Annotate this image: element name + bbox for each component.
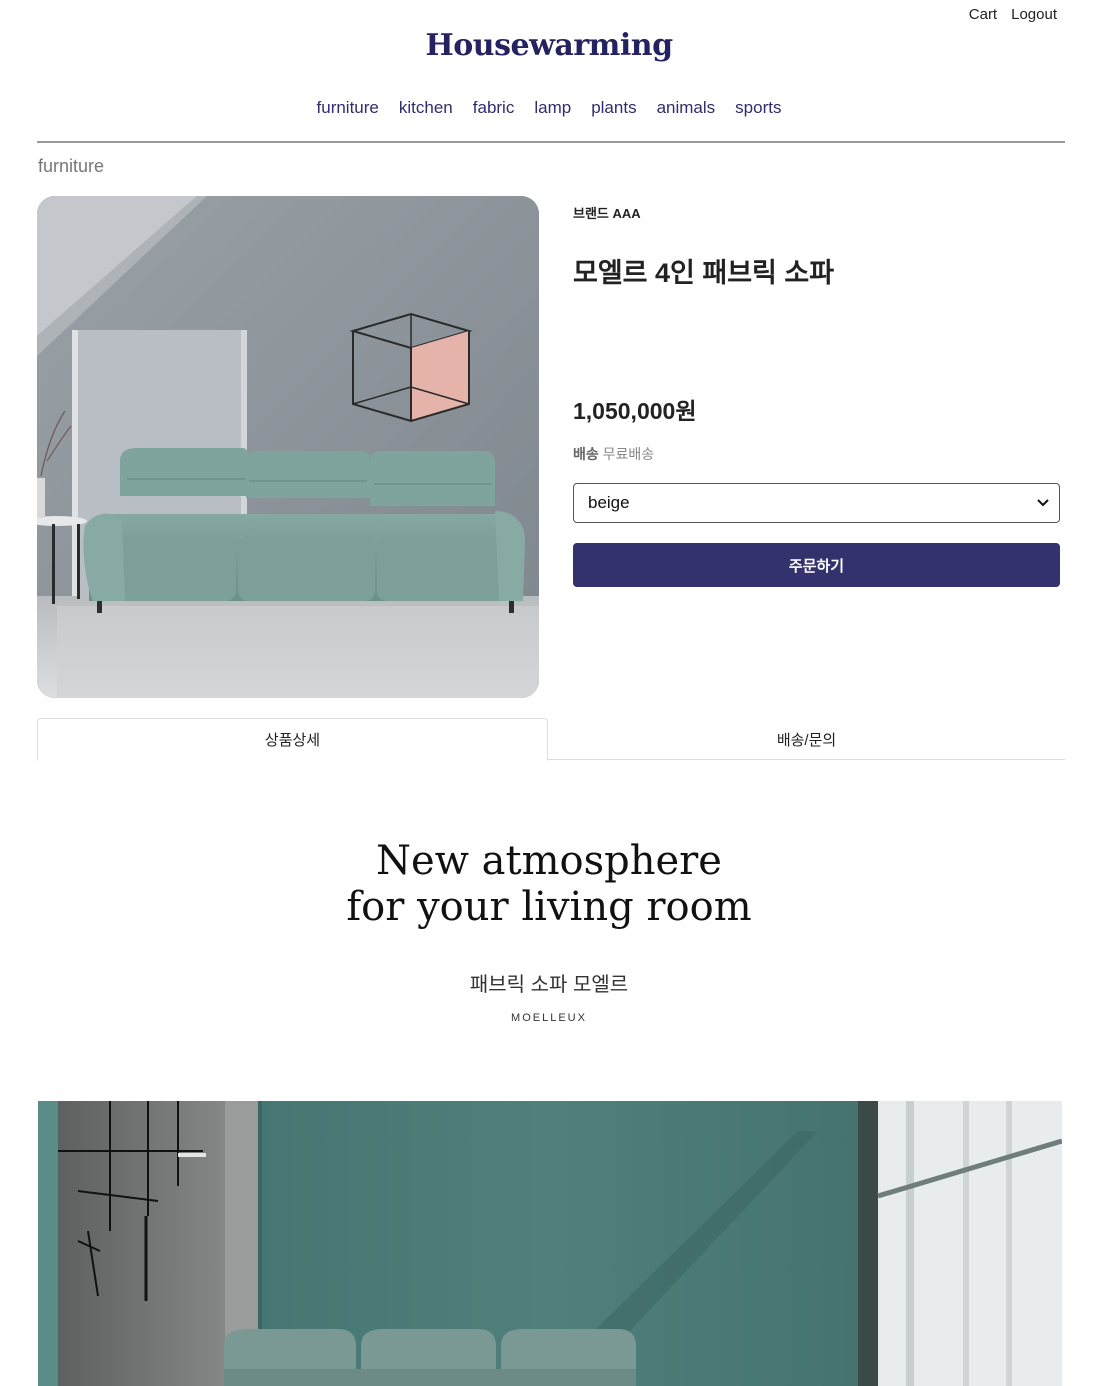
detail-headline: New atmosphere for your living room bbox=[0, 838, 1098, 930]
breadcrumb[interactable]: furniture bbox=[38, 156, 104, 177]
nav-item-lamp[interactable]: lamp bbox=[534, 98, 571, 118]
site-logo[interactable]: Housewarming bbox=[0, 28, 1098, 63]
detail-headline-line-1: New atmosphere bbox=[376, 838, 722, 884]
chevron-down-icon bbox=[1037, 496, 1049, 510]
product-price: 1,050,000원 bbox=[573, 398, 697, 424]
category-nav: furniture kitchen fabric lamp plants ani… bbox=[0, 98, 1098, 118]
detail-subtitle-en: MOELLEUX bbox=[511, 1012, 587, 1024]
tab-shipping-inquiry[interactable]: 배송/문의 bbox=[548, 718, 1065, 760]
sofa-photo bbox=[37, 196, 539, 698]
shipping-info: 배송 무료배송 bbox=[573, 444, 654, 464]
nav-item-fabric[interactable]: fabric bbox=[473, 98, 515, 118]
nav-item-animals[interactable]: animals bbox=[657, 98, 716, 118]
detail-headline-line-2: for your living room bbox=[346, 884, 752, 930]
product-image bbox=[37, 196, 539, 698]
nav-item-plants[interactable]: plants bbox=[591, 98, 636, 118]
shipping-value: 무료배송 bbox=[602, 446, 655, 462]
order-button[interactable]: 주문하기 bbox=[573, 543, 1060, 587]
nav-item-kitchen[interactable]: kitchen bbox=[399, 98, 453, 118]
cart-link[interactable]: Cart bbox=[969, 6, 997, 23]
logout-link[interactable]: Logout bbox=[1011, 6, 1057, 23]
living-room-photo bbox=[38, 1101, 1062, 1386]
option-select[interactable]: beige bbox=[573, 483, 1060, 523]
detail-banner-image bbox=[38, 1101, 1062, 1386]
detail-tabs: 상품상세 배송/문의 bbox=[37, 718, 1065, 761]
tab-product-detail[interactable]: 상품상세 bbox=[37, 718, 548, 761]
shipping-label: 배송 bbox=[573, 446, 599, 462]
nav-item-sports[interactable]: sports bbox=[735, 98, 781, 118]
detail-subtitle-ko: 패브릭 소파 모엘르 bbox=[469, 974, 629, 996]
header-divider bbox=[37, 141, 1065, 143]
top-account-bar: Cart Logout bbox=[969, 6, 1057, 23]
nav-item-furniture[interactable]: furniture bbox=[317, 98, 379, 118]
option-selected-value: beige bbox=[588, 493, 630, 512]
brand-label[interactable]: 브랜드 AAA bbox=[573, 203, 641, 222]
product-title: 모엘르 4인 패브릭 소파 bbox=[573, 258, 835, 288]
